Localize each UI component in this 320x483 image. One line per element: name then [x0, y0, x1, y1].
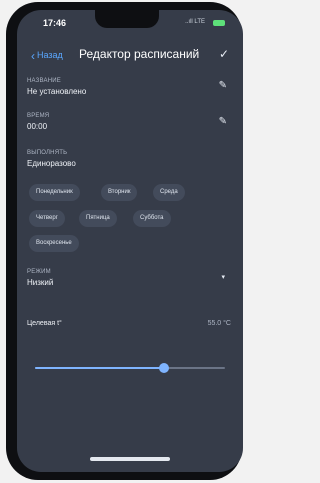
day-chip-monday[interactable]: Понедельник	[29, 184, 80, 201]
status-time: 17:46	[43, 18, 67, 28]
day-chip-tuesday[interactable]: Вторник	[101, 184, 138, 201]
repeat-label: ВЫПОЛНЯТЬ	[27, 150, 68, 156]
day-chip-wednesday[interactable]: Среда	[153, 184, 185, 201]
pencil-icon[interactable]: ✎	[219, 116, 227, 127]
app-screen: 17:46 ..ıll LTE ‹ Назад Редактор расписан…	[17, 10, 243, 472]
home-indicator	[90, 457, 170, 461]
status-bar: 17:46 ..ıll LTE	[17, 10, 243, 32]
back-label: Назад	[37, 50, 63, 60]
signal-icon: ..ıll LTE	[185, 19, 205, 25]
name-value: Не установлено	[27, 87, 87, 96]
page-title: Редактор расписаний	[79, 47, 200, 61]
mode-label: РЕЖИМ	[27, 269, 51, 275]
battery-icon	[213, 20, 225, 26]
name-label: НАЗВАНИЕ	[27, 78, 61, 84]
target-temp-value: 55.0 °C	[207, 320, 231, 327]
mode-value[interactable]: Низкий	[27, 278, 53, 287]
caret-down-icon[interactable]: ▾	[221, 273, 225, 281]
check-icon[interactable]: ✓	[219, 47, 229, 61]
slider-fill	[35, 367, 165, 369]
time-label: ВРЕМЯ	[27, 113, 50, 119]
notch	[95, 10, 159, 28]
temperature-slider[interactable]	[35, 363, 225, 373]
day-chip-thursday[interactable]: Четверг	[29, 210, 65, 227]
slider-thumb[interactable]	[159, 363, 170, 373]
target-temp-label: Целевая t°	[27, 320, 62, 327]
time-value: 00:00	[27, 122, 48, 131]
header: ‹ Назад Редактор расписаний ✓	[17, 44, 243, 68]
chevron-left-icon: ‹	[31, 49, 35, 63]
phone-frame: 17:46 ..ıll LTE ‹ Назад Редактор расписан…	[6, 2, 243, 480]
day-chip-friday[interactable]: Пятница	[79, 210, 117, 227]
day-chip-sunday[interactable]: Воскресенье	[29, 235, 79, 252]
back-button[interactable]: ‹ Назад	[31, 49, 63, 63]
day-chip-saturday[interactable]: Суббота	[133, 210, 171, 227]
repeat-value: Единоразово	[27, 159, 76, 168]
pencil-icon[interactable]: ✎	[219, 80, 227, 91]
